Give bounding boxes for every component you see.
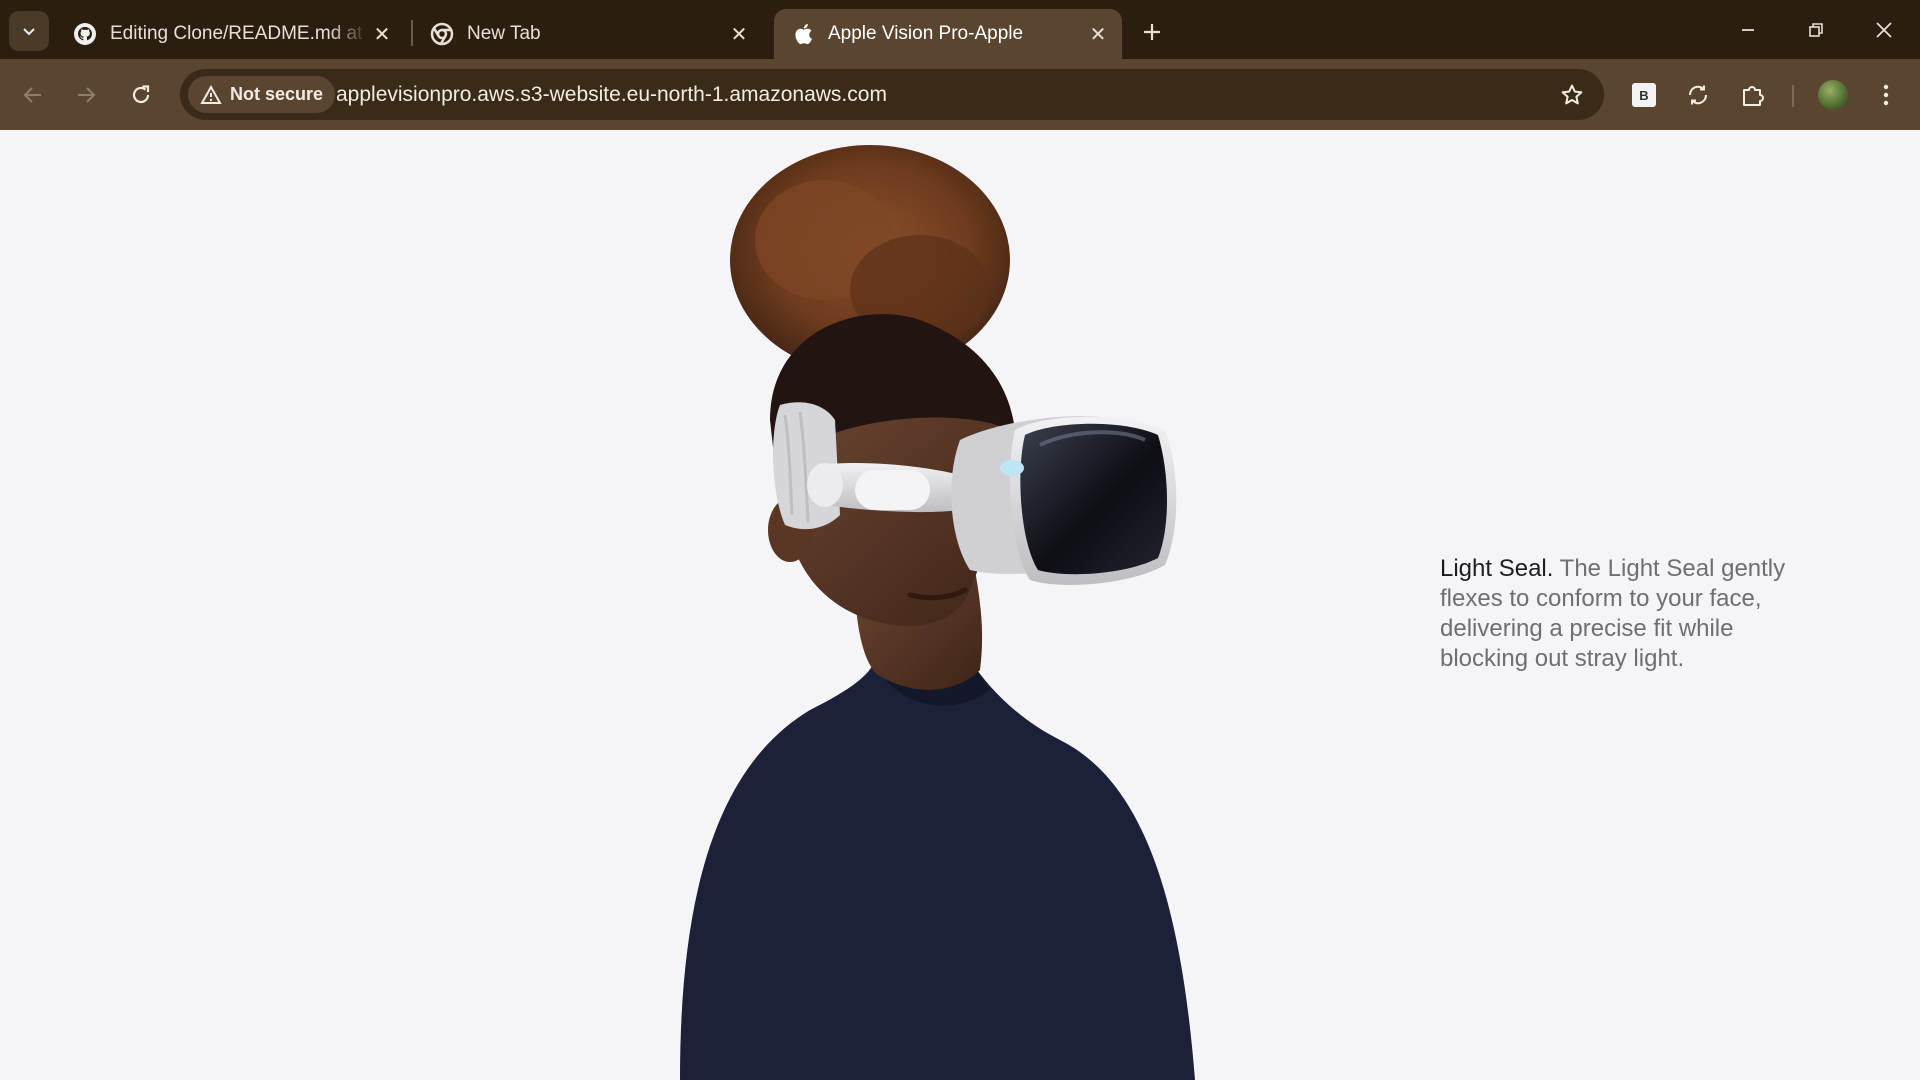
forward-button[interactable] [66,75,106,115]
extension-b-icon: B [1632,83,1656,107]
reload-icon [132,85,150,104]
minimize-icon [1742,28,1754,31]
restore-icon [1809,22,1823,37]
extension-b-button[interactable]: B [1624,75,1664,115]
warning-icon [200,84,222,105]
apple-icon [790,21,816,47]
tab-title: Apple Vision Pro-Apple [828,23,1024,44]
tab-strip: Editing Clone/README.md at m ✕ New Tab ✕… [0,0,1920,59]
close-tab-icon[interactable]: ✕ [725,20,753,48]
close-icon [1876,21,1892,38]
new-tab-button[interactable] [1134,14,1170,50]
tab-github[interactable]: Editing Clone/README.md at m ✕ [56,9,406,59]
tab-search-button[interactable] [9,11,49,51]
profile-button[interactable] [1813,75,1853,115]
reload-button[interactable] [121,75,161,115]
tab-title: Editing Clone/README.md at m [110,23,368,44]
address-bar[interactable]: Not secure applevisionpro.aws.s3-website… [180,69,1604,120]
puzzle-icon [1743,86,1764,106]
sync-extension-button[interactable] [1678,75,1718,115]
arrow-left-icon [23,87,41,103]
sync-icon [1688,85,1708,105]
chrome-icon [429,21,455,47]
avatar [1818,80,1848,110]
caption-heading: Light Seal. [1440,555,1554,582]
kebab-menu-icon [1883,84,1889,106]
browser-toolbar: Not secure applevisionpro.aws.s3-website… [0,59,1920,130]
close-tab-icon[interactable]: ✕ [368,20,396,48]
menu-button[interactable] [1866,75,1906,115]
restore-button[interactable] [1782,0,1850,59]
tab-apple-vision-pro[interactable]: Apple Vision Pro-Apple ✕ [774,9,1122,59]
close-window-button[interactable] [1850,0,1918,59]
feature-caption: Light Seal. The Light Seal gently flexes… [1440,554,1810,674]
close-tab-icon[interactable]: ✕ [1084,20,1112,48]
url-text[interactable]: applevisionpro.aws.s3-website.eu-north-1… [336,69,887,120]
arrow-right-icon [78,87,96,103]
chevron-down-icon [23,28,35,36]
toolbar-separator [1792,85,1794,107]
security-label: Not secure [230,84,324,104]
tab-new-tab[interactable]: New Tab ✕ [413,9,763,59]
site-info-button[interactable]: Not secure [188,76,336,113]
tab-title: New Tab [467,23,541,44]
extensions-button[interactable] [1733,75,1773,115]
bookmark-button[interactable] [1558,81,1586,109]
plus-icon [1144,24,1160,40]
back-button[interactable] [13,75,53,115]
minimize-button[interactable] [1714,0,1782,59]
page-content: Light Seal. The Light Seal gently flexes… [0,130,1920,1080]
vision-pro-hero-image [680,145,1195,1080]
github-icon [72,21,98,47]
star-icon [1561,84,1583,105]
